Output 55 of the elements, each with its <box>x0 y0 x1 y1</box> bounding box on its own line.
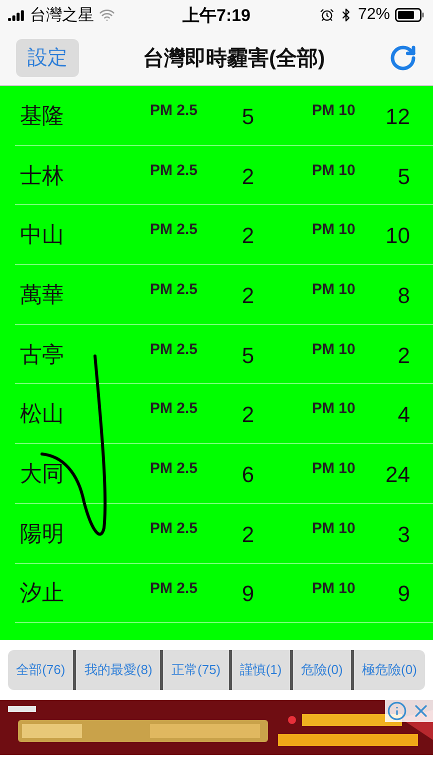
pm10-label: PM 10 <box>312 102 356 119</box>
pm25-label: PM 2.5 <box>150 460 199 478</box>
pm10-label: PM 10 <box>312 580 356 596</box>
wifi-icon <box>99 7 115 23</box>
station-name: 基隆 <box>20 102 65 130</box>
pm10-label: PM 10 <box>312 400 356 418</box>
alarm-icon <box>320 8 334 22</box>
pm10-value: 12 <box>384 104 410 130</box>
pm25-value: 2 <box>240 164 256 190</box>
signal-icon <box>8 10 25 20</box>
pm10-value: 10 <box>384 223 410 250</box>
station-name: 陽明 <box>20 520 65 548</box>
refresh-icon[interactable] <box>389 44 417 72</box>
pm25-value: 2 <box>240 282 256 309</box>
pm25-value: 6 <box>240 462 256 488</box>
carrier-name: 台灣之星 <box>30 6 94 26</box>
pm10-label: PM 10 <box>312 520 356 537</box>
pm10-value: 8 <box>396 282 410 309</box>
screen-title: 台灣即時霾害(全部) <box>142 46 326 72</box>
pm10-value: 2 <box>396 342 410 369</box>
pm10-value: 9 <box>396 581 410 608</box>
pm10-label: PM 10 <box>312 460 356 478</box>
pm25-value: 2 <box>240 223 256 250</box>
pm25-value: 5 <box>240 342 256 369</box>
pm25-label: PM 2.5 <box>150 281 199 298</box>
pm10-label: PM 10 <box>312 281 356 298</box>
station-name: 中山 <box>20 221 65 250</box>
pm10-label: PM 10 <box>312 340 356 358</box>
pm25-label: PM 2.5 <box>150 102 199 119</box>
pm25-label: PM 2.5 <box>150 400 199 418</box>
info-icon[interactable] <box>385 700 409 722</box>
pm25-label: PM 2.5 <box>150 340 199 358</box>
clock-time: 上午7:19 <box>182 4 251 26</box>
pm10-value: 24 <box>384 462 410 488</box>
pm10-label: PM 10 <box>312 221 356 238</box>
station-name: 士林 <box>20 162 65 190</box>
pm25-value: 9 <box>240 581 256 608</box>
pm25-value: 2 <box>240 402 256 428</box>
pm25-label: PM 2.5 <box>150 520 199 537</box>
station-name: 汐止 <box>20 579 65 608</box>
pm10-value: 4 <box>396 402 410 428</box>
pm10-label: PM 10 <box>312 162 356 179</box>
station-name: 萬華 <box>20 280 65 309</box>
station-name: 古亭 <box>20 340 65 369</box>
pm25-label: PM 2.5 <box>150 221 199 238</box>
pm25-value: 5 <box>240 104 256 130</box>
pm25-label: PM 2.5 <box>150 580 199 596</box>
battery-icon <box>395 8 425 22</box>
station-name: 大同 <box>20 460 65 488</box>
pm10-value: 5 <box>396 164 410 190</box>
pm10-value: 3 <box>396 522 410 548</box>
station-name: 松山 <box>20 400 65 428</box>
pm25-label: PM 2.5 <box>150 162 199 179</box>
battery-percentage: 72% <box>358 6 390 24</box>
pm25-value: 2 <box>240 522 256 548</box>
